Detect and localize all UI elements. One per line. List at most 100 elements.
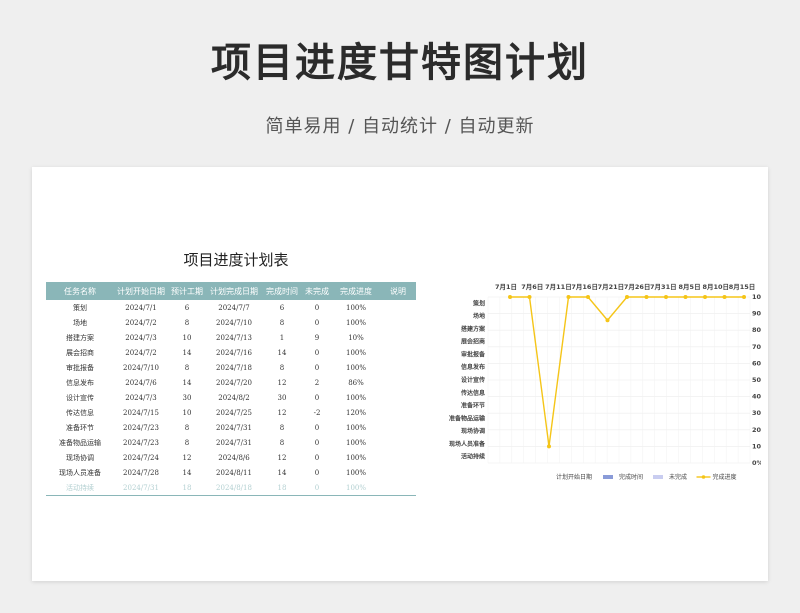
table-row[interactable]: 现场协调 2024/7/24 12 2024/8/6 12 0 100%	[46, 450, 416, 465]
table-cell[interactable]: 2024/7/31	[114, 480, 168, 496]
column-header[interactable]: 未完成	[302, 282, 332, 300]
table-cell[interactable]: 2024/7/13	[206, 330, 262, 345]
table-cell[interactable]: 审批报备	[46, 360, 114, 375]
table-cell[interactable]: 100%	[332, 300, 380, 315]
table-cell[interactable]: 展会招商	[46, 345, 114, 360]
table-row[interactable]: 准备环节 2024/7/23 8 2024/7/31 8 0 100%	[46, 420, 416, 435]
table-row[interactable]: 信息发布 2024/7/6 14 2024/7/20 12 2 86%	[46, 375, 416, 390]
table-cell[interactable]	[380, 375, 416, 390]
table-cell[interactable]: 1	[262, 330, 302, 345]
column-header[interactable]: 计划开始日期	[114, 282, 168, 300]
table-row[interactable]: 准备物品运输 2024/7/23 8 2024/7/31 8 0 100%	[46, 435, 416, 450]
table-cell[interactable]: 2024/7/16	[206, 345, 262, 360]
table-cell[interactable]: 策划	[46, 300, 114, 315]
table-cell[interactable]	[380, 480, 416, 496]
table-cell[interactable]	[380, 360, 416, 375]
table-cell[interactable]: 8	[168, 360, 206, 375]
table-cell[interactable]	[380, 405, 416, 420]
table-cell[interactable]	[380, 315, 416, 330]
table-cell[interactable]: 2024/7/2	[114, 315, 168, 330]
table-cell[interactable]	[380, 345, 416, 360]
table-row[interactable]: 场地 2024/7/2 8 2024/7/10 8 0 100%	[46, 315, 416, 330]
table-cell[interactable]: -2	[302, 405, 332, 420]
table-cell[interactable]: 8	[262, 435, 302, 450]
table-cell[interactable]: 0	[302, 480, 332, 496]
table-cell[interactable]	[380, 390, 416, 405]
table-cell[interactable]: 30	[168, 390, 206, 405]
table-cell[interactable]: 场地	[46, 315, 114, 330]
table-row[interactable]: 活动持续 2024/7/31 18 2024/8/18 18 0 100%	[46, 480, 416, 496]
table-cell[interactable]: 86%	[332, 375, 380, 390]
table-cell[interactable]: 12	[168, 450, 206, 465]
table-cell[interactable]: 2024/8/6	[206, 450, 262, 465]
table-cell[interactable]: 8	[168, 435, 206, 450]
table-cell[interactable]: 100%	[332, 315, 380, 330]
table-cell[interactable]: 100%	[332, 480, 380, 496]
table-cell[interactable]: 100%	[332, 450, 380, 465]
table-row[interactable]: 传达信息 2024/7/15 10 2024/7/25 12 -2 120%	[46, 405, 416, 420]
table-cell[interactable]: 14	[262, 345, 302, 360]
table-cell[interactable]: 100%	[332, 465, 380, 480]
table-cell[interactable]	[380, 300, 416, 315]
table-cell[interactable]	[380, 435, 416, 450]
column-header[interactable]: 任务名称	[46, 282, 114, 300]
table-cell[interactable]: 100%	[332, 420, 380, 435]
table-cell[interactable]: 10	[168, 330, 206, 345]
table-cell[interactable]: 现场协调	[46, 450, 114, 465]
table-cell[interactable]: 14	[262, 465, 302, 480]
table-cell[interactable]	[380, 465, 416, 480]
table-cell[interactable]: 0	[302, 300, 332, 315]
table-cell[interactable]: 搭建方案	[46, 330, 114, 345]
table-cell[interactable]: 2024/7/23	[114, 435, 168, 450]
table-cell[interactable]: 100%	[332, 345, 380, 360]
table-cell[interactable]: 2024/8/18	[206, 480, 262, 496]
table-cell[interactable]: 14	[168, 375, 206, 390]
table-cell[interactable]: 8	[262, 360, 302, 375]
table-cell[interactable]: 8	[262, 420, 302, 435]
table-cell[interactable]: 信息发布	[46, 375, 114, 390]
table-cell[interactable]: 2024/7/28	[114, 465, 168, 480]
table-cell[interactable]: 设计宣传	[46, 390, 114, 405]
table-cell[interactable]: 2024/7/23	[114, 420, 168, 435]
table-row[interactable]: 策划 2024/7/1 6 2024/7/7 6 0 100%	[46, 300, 416, 315]
table-cell[interactable]: 8	[168, 420, 206, 435]
table-cell[interactable]: 0	[302, 390, 332, 405]
table-cell[interactable]: 0	[302, 465, 332, 480]
table-cell[interactable]: 14	[168, 345, 206, 360]
table-cell[interactable]: 0	[302, 360, 332, 375]
table-cell[interactable]: 2024/7/10	[114, 360, 168, 375]
table-row[interactable]: 展会招商 2024/7/2 14 2024/7/16 14 0 100%	[46, 345, 416, 360]
table-row[interactable]: 审批报备 2024/7/10 8 2024/7/18 8 0 100%	[46, 360, 416, 375]
table-cell[interactable]: 0	[302, 345, 332, 360]
table-cell[interactable]: 2024/8/2	[206, 390, 262, 405]
column-header[interactable]: 预计工期	[168, 282, 206, 300]
table-cell[interactable]: 12	[262, 375, 302, 390]
table-row[interactable]: 搭建方案 2024/7/3 10 2024/7/13 1 9 10%	[46, 330, 416, 345]
table-cell[interactable]: 2024/7/18	[206, 360, 262, 375]
table-cell[interactable]: 100%	[332, 360, 380, 375]
table-cell[interactable]: 准备环节	[46, 420, 114, 435]
table-cell[interactable]: 10	[168, 405, 206, 420]
table-cell[interactable]: 2024/7/31	[206, 420, 262, 435]
table-cell[interactable]: 2024/7/3	[114, 390, 168, 405]
table-cell[interactable]: 2024/7/25	[206, 405, 262, 420]
table-cell[interactable]: 12	[262, 450, 302, 465]
table-cell[interactable]: 10%	[332, 330, 380, 345]
column-header[interactable]: 说明	[380, 282, 416, 300]
table-cell[interactable]: 2024/8/11	[206, 465, 262, 480]
table-cell[interactable]: 100%	[332, 435, 380, 450]
column-header[interactable]: 完成进度	[332, 282, 380, 300]
table-cell[interactable]: 2	[302, 375, 332, 390]
column-header[interactable]: 完成时间	[262, 282, 302, 300]
table-cell[interactable]: 12	[262, 405, 302, 420]
table-row[interactable]: 现场人员准备 2024/7/28 14 2024/8/11 14 0 100%	[46, 465, 416, 480]
table-cell[interactable]: 6	[262, 300, 302, 315]
table-cell[interactable]: 传达信息	[46, 405, 114, 420]
table-cell[interactable]: 14	[168, 465, 206, 480]
table-cell[interactable]: 活动持续	[46, 480, 114, 496]
table-cell[interactable]: 2024/7/10	[206, 315, 262, 330]
table-cell[interactable]: 8	[262, 315, 302, 330]
table-cell[interactable]: 18	[168, 480, 206, 496]
table-cell[interactable]	[380, 450, 416, 465]
table-cell[interactable]: 6	[168, 300, 206, 315]
